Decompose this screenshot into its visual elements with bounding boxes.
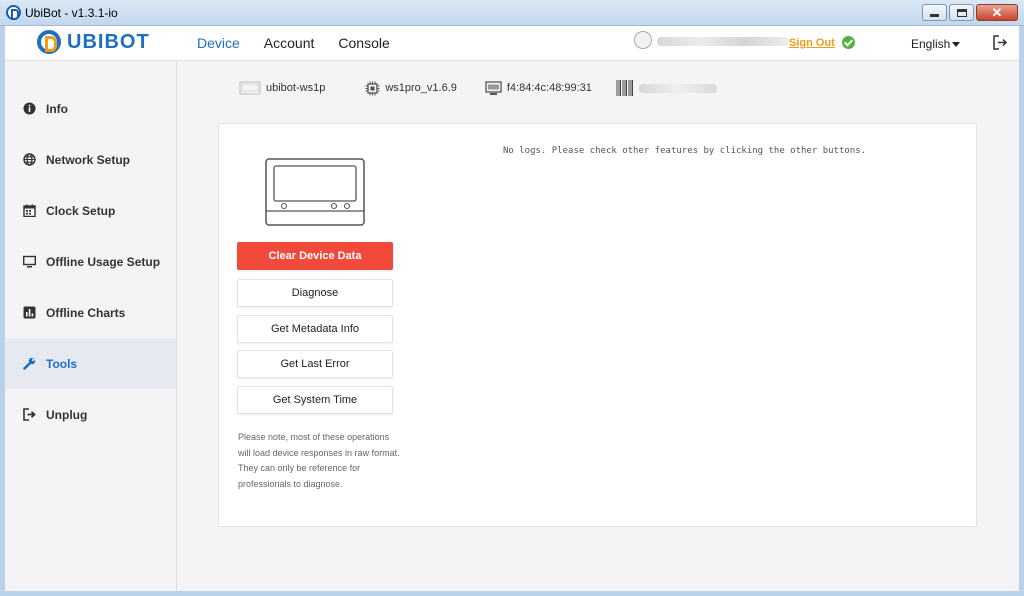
minimize-icon (930, 14, 939, 17)
nav-account[interactable]: Account (264, 35, 315, 51)
sidebar-item-label: Tools (46, 356, 78, 371)
get-last-error-button[interactable]: Get Last Error (237, 350, 393, 378)
device-icon (239, 81, 261, 94)
logo-text: UBIBOT (67, 30, 150, 53)
unplug-icon (23, 408, 36, 421)
sidebar-item-label: Info (46, 101, 68, 116)
device-illustration (265, 158, 365, 226)
barcode-icon (616, 80, 633, 96)
bar-chart-icon (23, 306, 36, 319)
window-controls: ✕ (922, 4, 1018, 21)
minimize-button[interactable] (922, 4, 947, 21)
wrench-icon (23, 357, 36, 370)
sidebar-item-tools[interactable]: Tools (5, 338, 176, 389)
globe-icon (23, 153, 36, 166)
raw-format-note: Please note, most of these operations wi… (238, 432, 400, 489)
sidebar-item-label: Unplug (46, 407, 88, 422)
online-status-icon (842, 36, 855, 49)
chip-icon (365, 81, 380, 95)
serial-number-redacted (638, 83, 717, 93)
device-name-text: ubibot-ws1p (266, 82, 326, 94)
sidebar-item-info[interactable]: Info (5, 83, 176, 134)
close-icon: ✕ (991, 5, 1003, 20)
monitor-icon (23, 255, 36, 268)
log-output: No logs. Please check other features by … (503, 146, 867, 156)
sidebar-item-network-setup[interactable]: Network Setup (5, 134, 176, 185)
get-system-time-button[interactable]: Get System Time (237, 386, 393, 414)
get-metadata-info-button[interactable]: Get Metadata Info (237, 315, 393, 343)
sidebar-item-label: Offline Charts (46, 305, 126, 320)
serial-number (616, 80, 717, 96)
tools-card: Clear Device Data Diagnose Get Metadata … (218, 123, 977, 527)
sidebar-item-label: Clock Setup (46, 203, 116, 218)
chevron-down-icon[interactable] (952, 42, 960, 47)
user-email-redacted (657, 37, 789, 46)
mac-icon (485, 80, 502, 95)
logo-mark-icon (37, 30, 61, 54)
firmware-version: ws1pro_v1.6.9 (365, 81, 457, 96)
firmware-version-text: ws1pro_v1.6.9 (385, 82, 457, 94)
info-icon (23, 102, 36, 115)
app-icon (6, 5, 21, 20)
device-name: ubibot-ws1p (239, 81, 325, 96)
nav-console[interactable]: Console (338, 35, 389, 51)
avatar[interactable] (634, 31, 652, 49)
close-button[interactable]: ✕ (976, 4, 1018, 21)
mac-address-text: f4:84:4c:48:99:31 (506, 82, 592, 94)
sidebar-item-label: Network Setup (46, 152, 131, 167)
main-nav: Device Account Console (197, 35, 390, 51)
sidebar-item-offline-charts[interactable]: Offline Charts (5, 287, 176, 338)
mac-address: f4:84:4c:48:99:31 (485, 80, 592, 96)
window-title: UbiBot - v1.3.1-io (25, 6, 118, 20)
calendar-icon (23, 204, 36, 217)
sidebar-item-label: Offline Usage Setup (46, 254, 161, 269)
main-content: ubibot-ws1p ws1pro_v1.6.9 f4:84:4c:48:99… (177, 61, 1019, 591)
top-header: UBIBOT Device Account Console Sign Out E… (5, 26, 1019, 61)
device-info-bar: ubibot-ws1p ws1pro_v1.6.9 f4:84:4c:48:99… (239, 77, 737, 99)
ubibot-logo: UBIBOT (37, 30, 150, 54)
diagnose-button[interactable]: Diagnose (237, 279, 393, 307)
logout-icon[interactable] (993, 35, 1008, 50)
language-select[interactable]: English (911, 37, 950, 51)
sidebar: Info Network Setup Clock Setup Offline U… (5, 61, 177, 591)
sidebar-item-unplug[interactable]: Unplug (5, 389, 176, 440)
app-window: UBIBOT Device Account Console Sign Out E… (5, 26, 1019, 591)
clear-device-data-button[interactable]: Clear Device Data (237, 242, 393, 270)
window-titlebar: UbiBot - v1.3.1-io ✕ (0, 0, 1024, 26)
sidebar-item-offline-usage-setup[interactable]: Offline Usage Setup (5, 236, 176, 287)
maximize-button[interactable] (949, 4, 974, 21)
sign-out-link[interactable]: Sign Out (789, 37, 835, 49)
nav-device[interactable]: Device (197, 35, 240, 51)
maximize-icon (956, 8, 967, 17)
sidebar-item-clock-setup[interactable]: Clock Setup (5, 185, 176, 236)
